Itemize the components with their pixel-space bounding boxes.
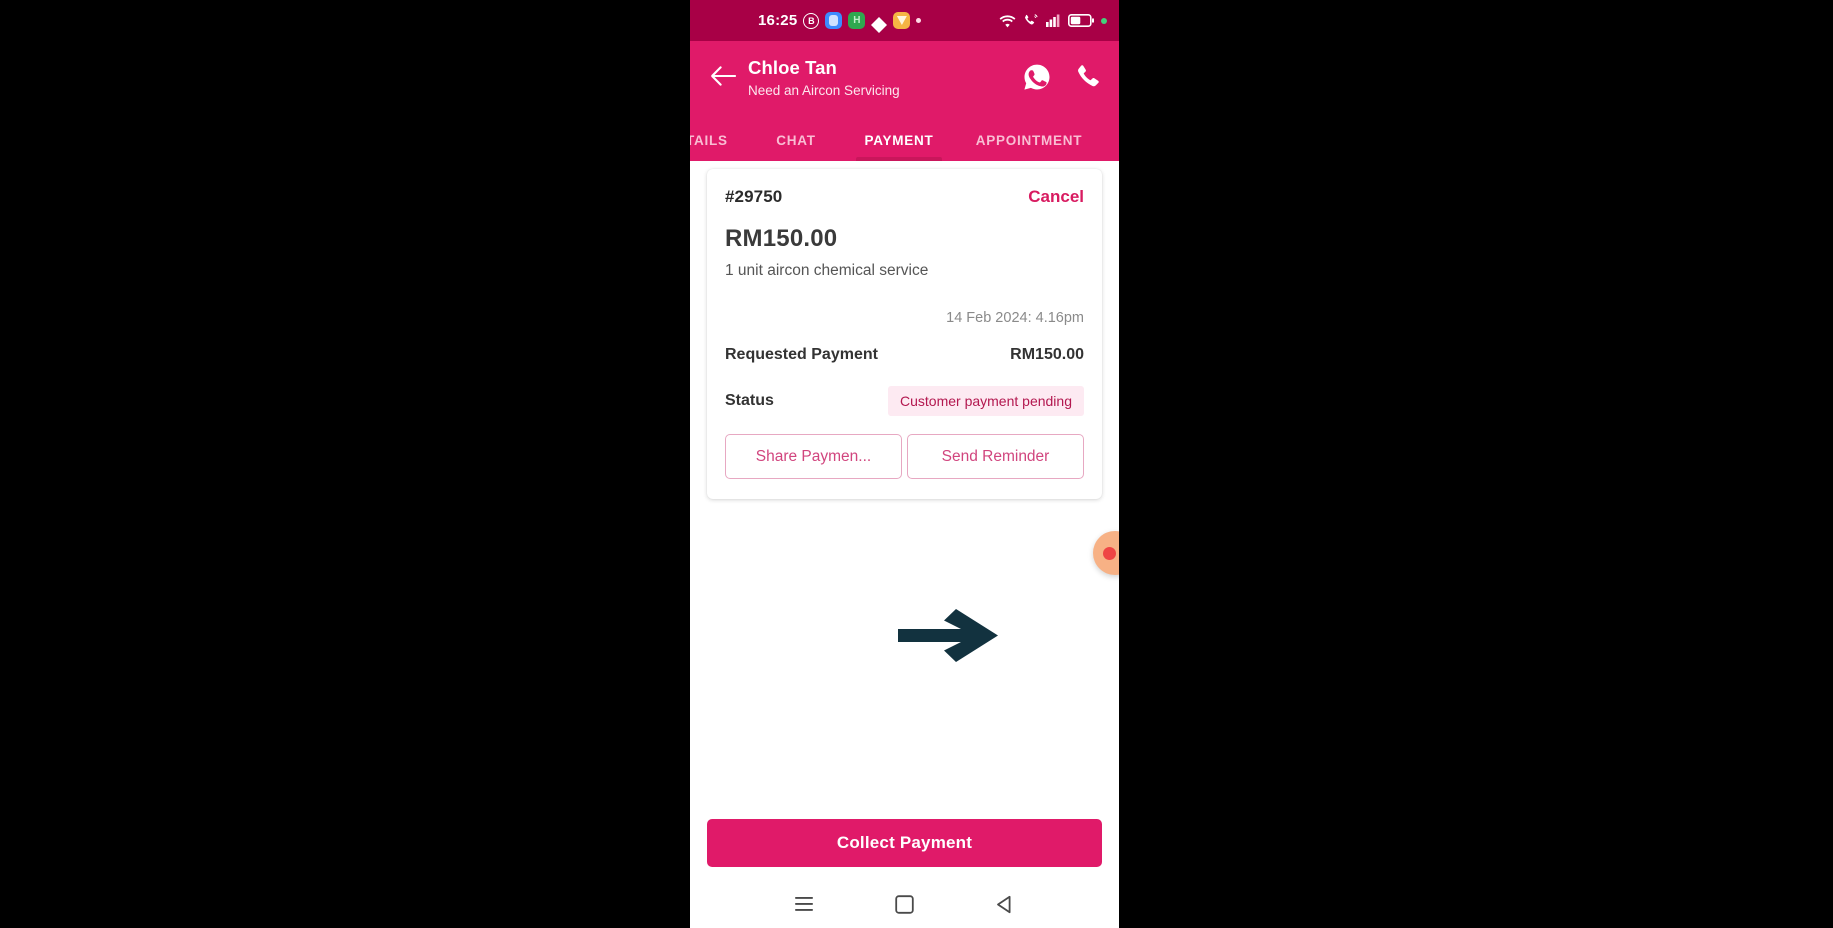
tab-appointment[interactable]: APPOINTMENT — [954, 133, 1104, 161]
screen-body: #29750 Cancel RM150.00 1 unit aircon che… — [690, 161, 1119, 928]
annotation-arrow-icon — [898, 609, 998, 662]
app-amber-icon — [893, 12, 911, 29]
android-nav-bar — [690, 880, 1119, 928]
recents-button[interactable] — [791, 891, 817, 917]
payment-timestamp: 14 Feb 2024: 4.16pm — [946, 310, 1084, 326]
phone-screen: 16:25 B H Chloe Tan Need an Aircon Servi… — [690, 0, 1119, 928]
app-green-icon — [848, 12, 866, 29]
arrow-left-icon — [710, 66, 736, 86]
card-header-row: #29750 Cancel — [725, 187, 1084, 207]
phone-icon[interactable] — [1075, 63, 1103, 91]
cancel-button[interactable]: Cancel — [1028, 187, 1084, 207]
wifi-icon — [999, 14, 1016, 27]
app-bar-titles: Chloe Tan Need an Aircon Servicing — [748, 51, 1023, 101]
contact-name: Chloe Tan — [748, 57, 837, 78]
app-bar-actions — [1023, 51, 1103, 91]
requested-payment-value: RM150.00 — [1010, 346, 1084, 363]
recents-icon — [795, 897, 814, 911]
tab-payment[interactable]: PAYMENT — [844, 133, 954, 161]
call-signal-icon — [1025, 13, 1038, 25]
dot-green-icon — [1101, 17, 1107, 24]
cellular-signal-icon — [1046, 14, 1060, 27]
requested-payment-row: Requested Payment RM150.00 — [725, 346, 1084, 364]
payment-amount: RM150.00 — [725, 225, 838, 252]
collect-payment-wrap: Collect Payment — [707, 819, 1102, 867]
status-row: Status Customer payment pending — [725, 386, 1084, 416]
send-reminder-button[interactable]: Send Reminder — [907, 434, 1084, 479]
card-action-row: Share Paymen... Send Reminder — [725, 434, 1084, 479]
dot-icon — [916, 18, 922, 23]
status-clock: 16:25 — [758, 12, 798, 29]
requested-payment-label: Requested Payment — [725, 346, 878, 363]
status-badge: Customer payment pending — [888, 386, 1084, 416]
order-id: #29750 — [725, 187, 783, 206]
status-bar-right-group — [999, 13, 1107, 28]
status-bar: 16:25 B — [690, 0, 1119, 41]
status-bar-left-group: 16:25 B — [758, 9, 922, 33]
app-blue-icon — [825, 12, 843, 29]
tab-bar: ETAILS CHAT PAYMENT APPOINTMENT — [690, 117, 1119, 161]
tab-chat[interactable]: CHAT — [748, 133, 844, 161]
tab-details[interactable]: ETAILS — [690, 133, 748, 161]
floating-action-button[interactable] — [1093, 531, 1119, 575]
back-button[interactable] — [706, 59, 740, 93]
badge-b-icon: B — [803, 12, 820, 29]
collect-payment-button[interactable]: Collect Payment — [707, 819, 1102, 867]
whatsapp-icon[interactable] — [1023, 63, 1051, 91]
battery-icon — [1068, 14, 1094, 27]
home-icon — [895, 894, 914, 914]
diamond-icon — [871, 9, 888, 33]
share-payment-button[interactable]: Share Paymen... — [725, 434, 902, 479]
home-button[interactable] — [891, 891, 917, 917]
back-icon — [997, 895, 1011, 913]
status-label: Status — [725, 392, 774, 409]
back-nav-button[interactable] — [992, 891, 1018, 917]
payment-description: 1 unit aircon chemical service — [725, 262, 929, 279]
contact-subtitle: Need an Aircon Servicing — [748, 83, 900, 99]
app-bar: Chloe Tan Need an Aircon Servicing — [690, 41, 1119, 117]
payment-card: #29750 Cancel RM150.00 1 unit aircon che… — [707, 169, 1102, 499]
screenshot-root: 16:25 B H Chloe Tan Need an Aircon Servi… — [0, 0, 1833, 928]
